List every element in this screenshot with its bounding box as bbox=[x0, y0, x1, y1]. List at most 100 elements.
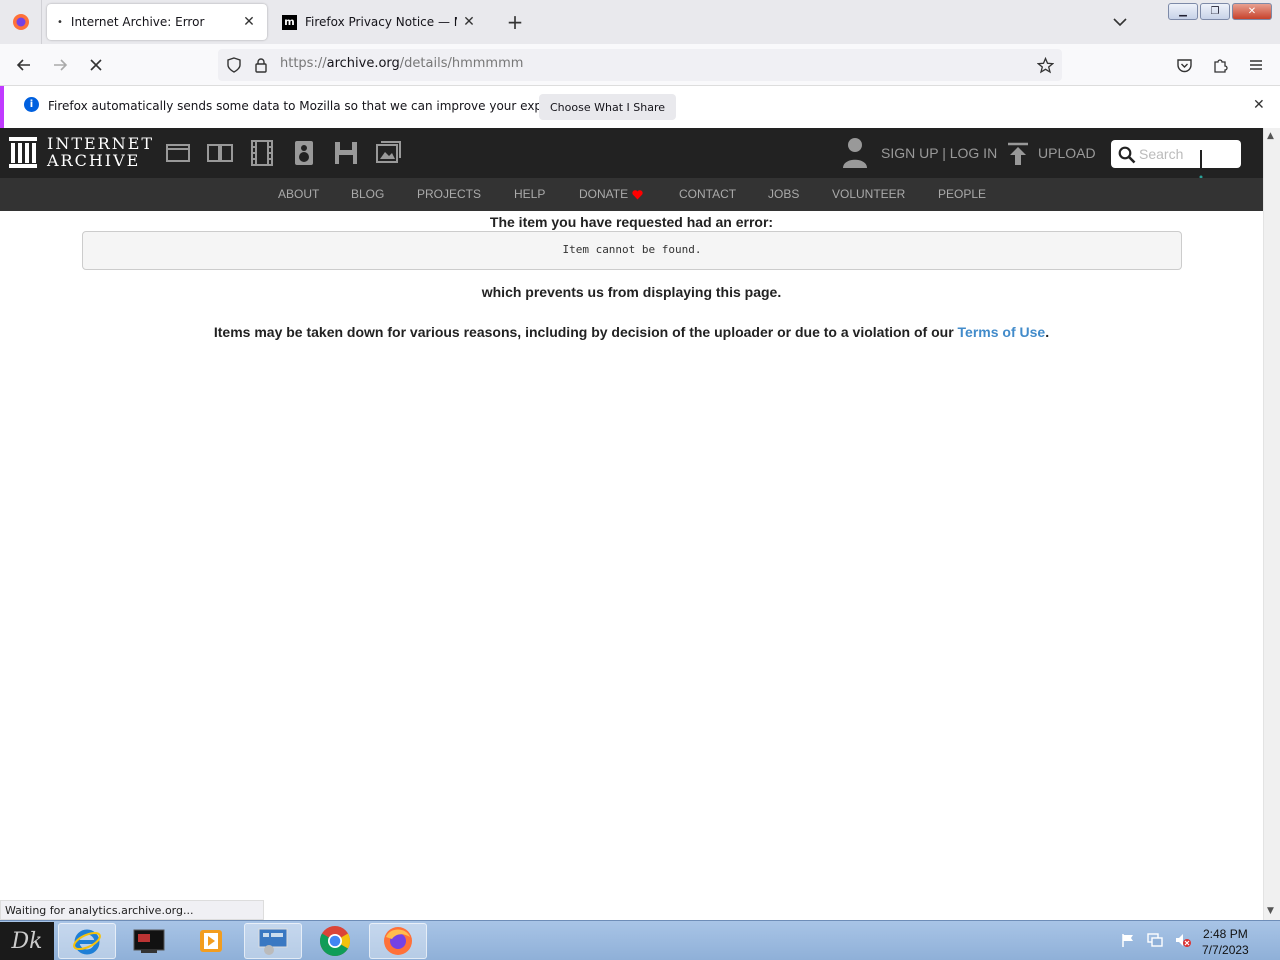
error-heading: The item you have requested had an error… bbox=[489, 214, 774, 230]
pocket-button[interactable] bbox=[1172, 54, 1196, 76]
heart-icon bbox=[632, 190, 643, 200]
stop-icon bbox=[90, 59, 102, 71]
arrow-left-icon bbox=[16, 59, 30, 71]
action-center-flag-icon[interactable] bbox=[1120, 932, 1136, 948]
tab-close-icon[interactable]: ✕ bbox=[461, 14, 477, 30]
close-window-button[interactable]: ✕ bbox=[1232, 3, 1272, 20]
taskbar-media-player[interactable] bbox=[182, 923, 240, 959]
tab-firefox-privacy[interactable]: m Firefox Privacy Notice — Mozilla ✕ bbox=[272, 4, 487, 40]
network-icon[interactable] bbox=[1146, 932, 1164, 948]
user-avatar-icon[interactable] bbox=[842, 137, 868, 169]
new-tab-button[interactable]: + bbox=[503, 10, 527, 34]
search-placeholder: Search bbox=[1139, 146, 1184, 162]
clock[interactable]: 2:48 PM 7/7/2023 bbox=[1202, 926, 1249, 958]
mozilla-icon: m bbox=[282, 14, 297, 30]
nav-jobs[interactable]: JOBS bbox=[768, 187, 799, 201]
restore-button[interactable]: ❐ bbox=[1200, 3, 1230, 20]
back-button[interactable] bbox=[12, 54, 36, 76]
ia-logo[interactable]: INTERNET ARCHIVE bbox=[47, 135, 154, 169]
nav-about[interactable]: ABOUT bbox=[278, 187, 319, 201]
internet-explorer-icon bbox=[73, 929, 101, 955]
nav-projects[interactable]: PROJECTS bbox=[417, 187, 481, 201]
terms-of-use-link[interactable]: Terms of Use bbox=[958, 324, 1046, 340]
taskbar-ie[interactable] bbox=[58, 923, 116, 959]
arrow-right-icon bbox=[54, 59, 68, 71]
url-bar[interactable]: https://archive.org/details/hmmmmm bbox=[218, 49, 1062, 81]
firefox-icon bbox=[384, 927, 412, 955]
web-icon[interactable] bbox=[165, 140, 191, 166]
forward-button[interactable] bbox=[48, 54, 72, 76]
ia-nav-bar: ABOUT BLOG PROJECTS HELP DONATE CONTACT … bbox=[0, 178, 1263, 211]
lock-icon[interactable] bbox=[254, 57, 268, 73]
text-cursor-icon bbox=[1199, 150, 1203, 179]
taskbar: Dk 2:48 PM 7/7/2023 bbox=[0, 920, 1280, 960]
taskbar-media-center[interactable] bbox=[120, 923, 178, 959]
stop-loading-button[interactable] bbox=[84, 54, 108, 76]
hamburger-menu-icon bbox=[1250, 60, 1262, 70]
reasons-text: Items may be taken down for various reas… bbox=[213, 324, 954, 340]
clock-time: 2:48 PM bbox=[1203, 927, 1248, 941]
images-icon[interactable] bbox=[375, 140, 401, 166]
page-scrollbar[interactable]: ▲ ▼ bbox=[1263, 128, 1280, 920]
tab-title: Firefox Privacy Notice — Mozilla bbox=[305, 15, 457, 29]
taskbar-control-panel[interactable] bbox=[244, 923, 302, 959]
bookmark-star-icon[interactable] bbox=[1037, 57, 1054, 74]
chrome-icon bbox=[319, 926, 351, 957]
upload-icon[interactable] bbox=[1007, 142, 1029, 166]
choose-what-i-share-button[interactable]: Choose What I Share bbox=[539, 94, 676, 120]
minimize-button[interactable]: ▁ bbox=[1168, 3, 1198, 20]
nav-people[interactable]: PEOPLE bbox=[938, 187, 986, 201]
nav-help[interactable]: HELP bbox=[514, 187, 545, 201]
status-bar: Waiting for analytics.archive.org... bbox=[0, 900, 264, 920]
prevents-message: which prevents us from displaying this p… bbox=[481, 284, 782, 300]
video-icon[interactable] bbox=[249, 140, 275, 166]
logo-line-1: INTERNET bbox=[47, 134, 155, 153]
ia-search-box[interactable]: Search bbox=[1111, 140, 1241, 179]
info-icon: i bbox=[24, 97, 39, 112]
nav-donate[interactable]: DONATE bbox=[579, 187, 628, 201]
tracking-shield-icon[interactable] bbox=[226, 57, 242, 73]
audio-icon[interactable] bbox=[291, 140, 317, 166]
system-tray bbox=[1120, 932, 1192, 948]
tab-close-icon[interactable]: ✕ bbox=[241, 14, 257, 30]
window-controls: ▁ ❐ ✕ bbox=[1168, 3, 1272, 20]
app-menu-button[interactable] bbox=[1244, 54, 1268, 76]
url-scheme: https:// bbox=[280, 56, 327, 71]
upload-link[interactable]: UPLOAD bbox=[1038, 145, 1096, 161]
sign-up-log-in-link[interactable]: SIGN UP | LOG IN bbox=[881, 145, 997, 161]
volume-muted-icon[interactable] bbox=[1174, 932, 1192, 948]
tab-internet-archive[interactable]: • Internet Archive: Error ✕ bbox=[47, 4, 267, 40]
reasons-period: . bbox=[1045, 324, 1050, 340]
tab-title: Internet Archive: Error bbox=[70, 15, 205, 29]
archive-building-icon[interactable] bbox=[9, 137, 37, 169]
firefox-view-button[interactable] bbox=[0, 0, 42, 44]
media-center-icon bbox=[133, 929, 165, 953]
nav-volunteer[interactable]: VOLUNTEER bbox=[832, 187, 905, 201]
extensions-button[interactable] bbox=[1208, 54, 1232, 76]
error-message-box: Item cannot be found. bbox=[82, 231, 1182, 270]
clock-date: 7/7/2023 bbox=[1202, 943, 1249, 957]
logo-line-2: ARCHIVE bbox=[47, 151, 141, 170]
start-button[interactable]: Dk bbox=[0, 922, 54, 960]
notification-message: Firefox automatically sends some data to… bbox=[48, 99, 591, 113]
nav-blog[interactable]: BLOG bbox=[351, 187, 384, 201]
tab-strip: • Internet Archive: Error ✕ m Firefox Pr… bbox=[0, 0, 1280, 44]
puzzle-icon bbox=[1213, 58, 1228, 73]
pocket-icon bbox=[1176, 58, 1192, 72]
media-player-icon bbox=[200, 930, 222, 952]
texts-icon[interactable] bbox=[207, 140, 233, 166]
tab-list-button[interactable] bbox=[1110, 12, 1130, 32]
close-notification-icon[interactable]: ✕ bbox=[1253, 97, 1265, 113]
nav-contact[interactable]: CONTACT bbox=[679, 187, 736, 201]
url-host: archive.org bbox=[326, 56, 400, 71]
data-reporting-notification: i Firefox automatically sends some data … bbox=[0, 86, 1280, 128]
control-panel-icon bbox=[258, 928, 288, 955]
scroll-down-icon[interactable]: ▼ bbox=[1267, 906, 1274, 916]
taskbar-chrome[interactable] bbox=[306, 923, 364, 959]
search-icon bbox=[1118, 146, 1136, 164]
url-path: /details/hmmmmm bbox=[399, 56, 524, 71]
url-text[interactable]: https://archive.org/details/hmmmmm bbox=[280, 56, 523, 71]
taskbar-firefox[interactable] bbox=[369, 923, 427, 959]
software-icon[interactable] bbox=[333, 140, 359, 166]
scroll-up-icon[interactable]: ▲ bbox=[1267, 131, 1274, 141]
